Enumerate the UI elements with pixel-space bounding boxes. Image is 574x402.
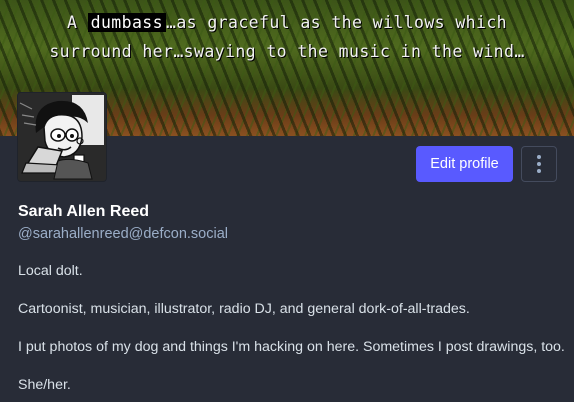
account-handle: @sarahallenreed@defcon.social <box>18 226 229 242</box>
banner-line-2: surround her…swaying to the music in the… <box>49 42 525 61</box>
banner-line-1: A dumbass …as graceful as the willows whi… <box>0 8 574 37</box>
bio-paragraph: I put photos of my dog and things I'm ha… <box>18 339 565 355</box>
edit-profile-button[interactable]: Edit profile <box>416 146 513 182</box>
profile-page: A dumbass …as graceful as the willows whi… <box>0 0 574 402</box>
banner-highlight: dumbass <box>87 13 166 32</box>
menu-dot <box>537 169 541 173</box>
display-name: Sarah Allen Reed <box>18 203 150 220</box>
bio-paragraph: Local dolt. <box>18 263 83 279</box>
bio-paragraph: She/her. <box>18 377 71 393</box>
avatar-illustration <box>18 93 106 181</box>
bio-paragraph: Cartoonist, musician, illustrator, radio… <box>18 301 470 317</box>
avatar[interactable] <box>17 92 107 182</box>
profile-bio: Local dolt. Cartoonist, musician, illust… <box>18 262 566 402</box>
banner-text-pre: A <box>66 13 88 32</box>
menu-dot <box>537 155 541 159</box>
kebab-menu-icon[interactable] <box>521 146 557 182</box>
banner-text-post: …as graceful as the willows which <box>165 13 508 32</box>
menu-dot <box>537 162 541 166</box>
banner-caption: A dumbass …as graceful as the willows whi… <box>0 8 574 66</box>
